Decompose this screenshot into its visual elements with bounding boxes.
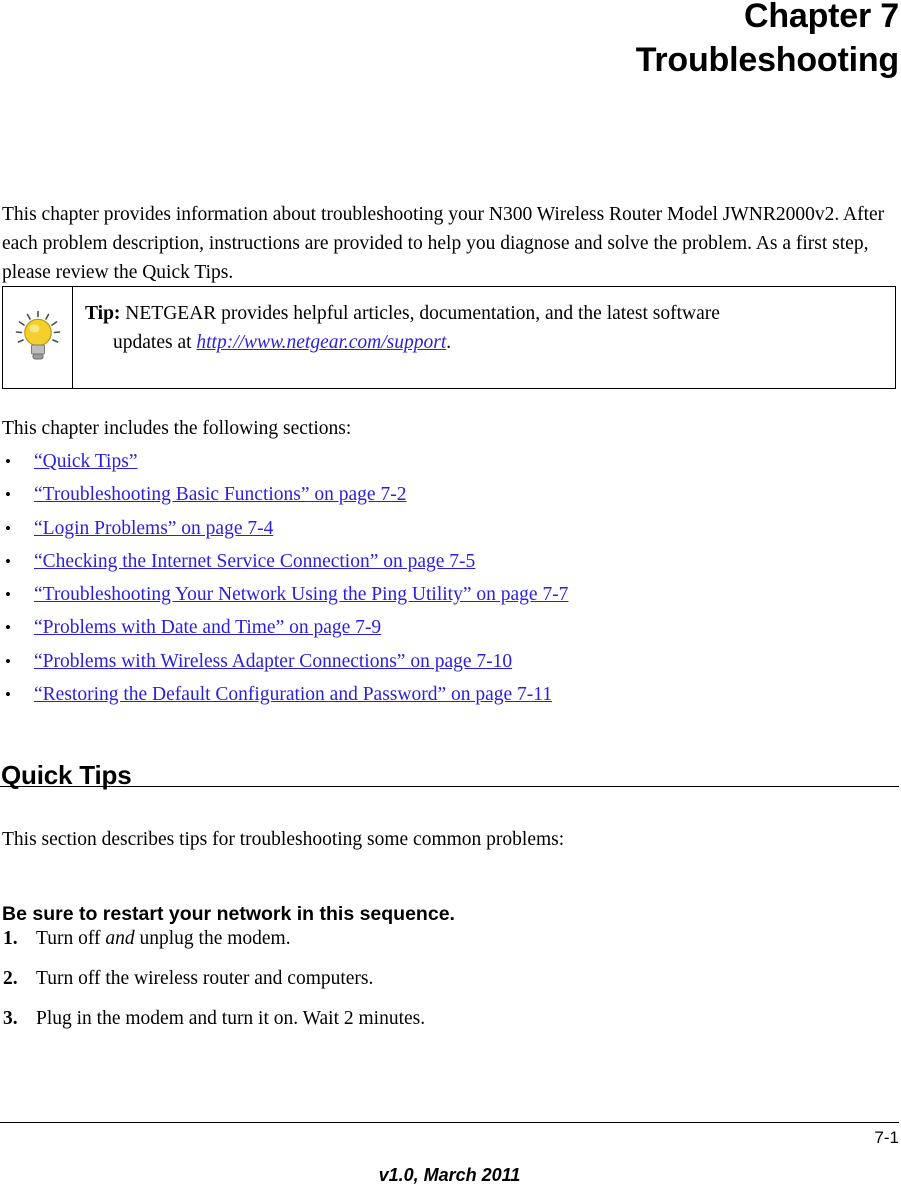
step-text: Turn off the wireless router and compute… <box>36 964 373 993</box>
step-text: Plug in the modem and turn it on. Wait 2… <box>36 1004 425 1033</box>
section-link[interactable]: “Restoring the Default Configuration and… <box>34 680 552 709</box>
list-item[interactable]: • “Checking the Internet Service Connect… <box>0 547 899 580</box>
step-number: 3. <box>3 1008 18 1029</box>
list-item[interactable]: • “Restoring the Default Configuration a… <box>0 680 899 713</box>
step-text: Turn off and unplug the modem. <box>36 924 291 953</box>
bullet-icon: • <box>5 551 11 571</box>
list-item[interactable]: • “Login Problems” on page 7-4 <box>0 514 899 547</box>
list-item[interactable]: • “Problems with Wireless Adapter Connec… <box>0 647 899 680</box>
section-link[interactable]: “Problems with Date and Time” on page 7-… <box>34 613 381 642</box>
step-text-emphasis: and <box>105 928 135 949</box>
list-item: 3. Plug in the modem and turn it on. Wai… <box>0 1004 899 1044</box>
bullet-icon: • <box>5 518 11 538</box>
list-item[interactable]: • “Problems with Date and Time” on page … <box>0 613 899 646</box>
section-link[interactable]: “Troubleshooting Your Network Using the … <box>34 580 568 609</box>
netgear-support-link[interactable]: http://www.netgear.com/support <box>196 332 446 353</box>
section-link[interactable]: “Login Problems” on page 7-4 <box>34 514 273 543</box>
bullet-icon: • <box>5 685 11 705</box>
tip-label: Tip: <box>85 303 121 324</box>
bullet-icon: • <box>5 485 11 505</box>
page-number: 7-1 <box>874 1128 899 1147</box>
tip-callout: Tip: NETGEAR provides helpful articles, … <box>2 286 896 389</box>
step-text-before: Turn off <box>36 928 106 949</box>
list-item[interactable]: • “Troubleshooting Basic Functions” on p… <box>0 480 899 513</box>
list-item[interactable]: • “Quick Tips” <box>0 447 899 480</box>
step-number: 2. <box>3 968 18 989</box>
list-item: 2. Turn off the wireless router and comp… <box>0 964 899 1004</box>
step-text-before: Plug in the modem and turn it on. Wait 2… <box>36 1008 426 1029</box>
tip-updates-prefix: updates at <box>113 332 197 353</box>
document-page: Chapter 7 Troubleshooting This chapter p… <box>0 0 901 1193</box>
tip-period: . <box>446 332 452 353</box>
section-link[interactable]: “Quick Tips” <box>34 447 137 476</box>
restart-steps-list: 1. Turn off and unplug the modem. 2. Tur… <box>0 924 899 1044</box>
page-title: Troubleshooting <box>635 41 900 79</box>
footer-divider <box>0 1122 899 1123</box>
step-text-before: Turn off the wireless router and compute… <box>36 968 374 989</box>
step-text-after: unplug the modem. <box>134 928 291 949</box>
tip-icon-cell <box>3 287 73 388</box>
intro-paragraph: This chapter provides information about … <box>2 203 885 283</box>
section-link-list: • “Quick Tips” • “Troubleshooting Basic … <box>0 447 899 713</box>
chapter-header: Chapter 7 Troubleshooting <box>0 0 900 82</box>
footer-version: v1.0, March 2011 <box>378 1165 521 1185</box>
lightbulb-icon <box>15 310 60 359</box>
section-link[interactable]: “Checking the Internet Service Connectio… <box>34 547 475 576</box>
list-item[interactable]: • “Troubleshooting Your Network Using th… <box>0 580 899 613</box>
heading-divider <box>0 786 899 787</box>
bullet-icon: • <box>5 452 11 471</box>
tip-text: Tip: NETGEAR provides helpful articles, … <box>73 287 895 388</box>
chapter-number: Chapter 7 <box>743 0 899 35</box>
bullet-icon: • <box>5 585 11 605</box>
quick-tips-intro: This section describes tips for troubles… <box>2 829 565 850</box>
step-number: 1. <box>3 928 18 949</box>
section-link[interactable]: “Problems with Wireless Adapter Connecti… <box>34 647 512 676</box>
tip-body-line2: updates at http://www.netgear.com/suppor… <box>85 328 885 357</box>
list-item: 1. Turn off and unplug the modem. <box>0 924 899 964</box>
bullet-icon: • <box>5 651 11 671</box>
bullet-icon: • <box>5 618 11 638</box>
sections-intro: This chapter includes the following sect… <box>2 418 352 439</box>
tip-body-line1: NETGEAR provides helpful articles, docum… <box>125 303 720 324</box>
section-link[interactable]: “Troubleshooting Basic Functions” on pag… <box>34 480 406 509</box>
